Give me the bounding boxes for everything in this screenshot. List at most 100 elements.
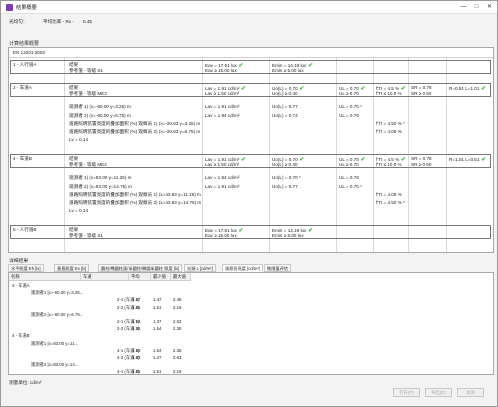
result-value: SR ≥ 0.50: [411, 162, 431, 167]
ratio-value: 0.45: [83, 19, 92, 24]
value-text: Lav ≥ 1.50 cd/m²: [205, 90, 240, 96]
check-icon: ✔: [297, 86, 305, 92]
tab-5[interactable]: 眩限值评估: [264, 264, 291, 272]
row-label: 观测者 2) (x=83.00 y=14.75) m: [69, 184, 132, 190]
grid-cell: 1.51: [153, 369, 162, 375]
units-label: 测量单位: cd/m²: [9, 380, 42, 385]
result-value: Lav ≥ 1.50 cd/m²: [205, 91, 239, 96]
check-icon: ✔: [297, 157, 305, 163]
result-value: Lav = 1.94 cd/m²: [205, 175, 239, 180]
result-value: Uo(L) = 0.70 *: [272, 175, 301, 180]
result-value: Uo(L) ≥ 0.40: [272, 91, 298, 96]
maximize-icon[interactable]: □: [472, 3, 481, 12]
row-label: 道路照明装置亮度的叠加面积 (%) 观察员 2) (x=43.63 y=14.7…: [69, 200, 201, 206]
standard-label: EN 13201:2003: [13, 50, 45, 55]
close-button[interactable]: 关闭: [457, 388, 484, 397]
details-section-title: 详细结果: [9, 259, 29, 264]
open-button[interactable]: 打开(P): [393, 388, 420, 397]
details-grid[interactable]: 名称 车道 平均 最少值 最大值 2 - 车道A 观测者1 [x=-60.00 y=3.25…: [8, 272, 494, 375]
group-name: 2 - 车道A: [13, 85, 32, 90]
summary-panel[interactable]: EN 13201:2003 1 - 人行道A 结果 Eav = 17.61 lux …: [8, 47, 494, 253]
value-text: 结果: [69, 227, 79, 232]
grid-header-1[interactable]: 车道: [81, 273, 129, 281]
value-text: Lav = 1.91 cd/m²: [205, 104, 240, 110]
value-text: Lav = 1.94 cd/m²: [205, 175, 240, 181]
grid-cell: 1.85: [132, 304, 141, 310]
grid-cell: 2.38: [173, 326, 182, 332]
result-value: Uo(L) ≥ 0.40: [272, 162, 298, 167]
uniformity-label: 光均匀：: [9, 19, 28, 24]
check-icon: ✔: [358, 86, 366, 92]
tab-1[interactable]: 垂直照度 Ev [lx]: [54, 264, 90, 272]
grid-cell: 2 - 车道A: [12, 283, 30, 288]
check-icon: ✔: [239, 86, 247, 92]
row-label: 参考值 - 等级 S1: [69, 233, 103, 239]
group-name: 5 - 人行道B: [13, 227, 37, 232]
result-value: Emin ≥ 5.00 lux: [272, 233, 304, 238]
check-icon: ✔: [236, 228, 244, 234]
value-text: 观测者 1) (x=-60.00 y=3.25) m: [69, 104, 131, 110]
value-text: 结果: [69, 156, 79, 161]
value-text: Uo(L) = 0.74: [272, 112, 298, 118]
result-value: Uo(L) = 0.74: [272, 113, 298, 118]
value-text: SR = 0.78: [411, 156, 432, 161]
value-text: UL = 0.70 *: [339, 183, 362, 189]
minimize-icon[interactable]: —: [459, 3, 468, 12]
grid-cell: 1.37: [153, 319, 162, 324]
result-value: SR ≥ 0.50: [411, 91, 431, 96]
tab-2[interactable]: 圆柱/椭圆柱面/半圆柱/椭圆半圆柱 照度 [lx]: [98, 264, 183, 272]
value-text: f'TI = 4.06 %: [376, 191, 402, 197]
grid-cell: 2.63: [173, 355, 182, 360]
result-value: Eav ≥ 15.00 lux: [205, 233, 237, 238]
row-label: Lv = 0.14: [69, 208, 88, 213]
result-value: UL = 0.76: [339, 175, 359, 180]
value-text: Uo(L) = 0.77: [272, 183, 298, 189]
value-text: Lav = 1.94 cd/m²: [205, 112, 240, 118]
row-label: 道路照明装置亮度的叠加面积 (%) 观察员 1) (x=-20.63 y=3.2…: [69, 121, 200, 127]
result-value: SR = 0.78: [411, 156, 432, 161]
result-value: f'TI ≤ 10.0 %: [376, 91, 402, 96]
grid-cell: 2.38: [173, 347, 182, 353]
grid-cell: 1.93: [132, 319, 141, 324]
grid-cell: 观测者2 [x=83.00 y=14...: [31, 362, 79, 368]
details-tabs: 水平照度 Eh [lx] 垂直照度 Ev [lx] 圆柱/椭圆柱面/半圆柱/椭圆半圆…: [8, 264, 494, 272]
result-value: Uo(L) = 0.77: [272, 184, 298, 189]
grid-header-3[interactable]: 最少值: [151, 273, 171, 281]
value-text: Emin ≥ 5.00 lux: [272, 232, 304, 238]
result-value: Lav = 1.91 cd/m²: [205, 104, 239, 109]
tab-4[interactable]: 观察员亮度 [cd/m²]: [222, 264, 263, 272]
app-icon: [6, 4, 13, 11]
row-label: 参考值 - 等级 S1: [69, 68, 103, 74]
value-text: Lv = 0.14: [69, 137, 89, 143]
grid-header-2[interactable]: 平均: [129, 273, 151, 281]
result-value: f'TI = 4.50 % *: [376, 121, 405, 126]
summary-section-title: 计算结果概要: [9, 41, 40, 47]
uniformity-bar: 光均匀： 平均比率 - Rx - 0.45: [1, 15, 497, 27]
divider: [9, 57, 493, 58]
value-text: Lav ≥ 1.50 cd/m²: [205, 161, 240, 167]
grid-header-4[interactable]: 最大值: [171, 273, 191, 281]
results-summary-window: 结果概要 — □ ✕ 光均匀： 平均比率 - Rx - 0.45 计算结果概要 …: [0, 0, 498, 407]
tab-0[interactable]: 水平照度 Eh [lx]: [8, 264, 44, 272]
value-text: R=1.01 L=0.51: [449, 157, 480, 162]
result-value: R=0.51 L=1.01 ✔: [449, 85, 486, 92]
title-bar: 结果概要 — □ ✕: [1, 1, 497, 14]
tab-3[interactable]: 光源 L [cd/m²]: [184, 264, 216, 272]
close-icon[interactable]: ✕: [485, 3, 494, 12]
check-icon: ✔: [236, 63, 244, 69]
value-text: Uo(L) ≥ 0.40: [272, 90, 298, 96]
export-button[interactable]: 导出(E): [425, 388, 452, 397]
value-text: R=0.51 L=1.01: [449, 86, 480, 91]
value-text: f'TI ≤ 10.0 %: [376, 161, 402, 167]
grid-cell: 观测者1 [x=83.00 y=11...: [31, 340, 78, 346]
grid-cell: 1.85: [132, 369, 141, 375]
value-text: Lv = 0.14: [69, 208, 89, 214]
row-label: 参考值 - 等级 ME2: [69, 91, 107, 97]
grid-cell: 观测者2 [x=-60.00 y=6.75...: [31, 311, 84, 317]
value-text: UL = 0.76: [339, 175, 359, 181]
value-text: UL = 0.70 *: [339, 104, 362, 110]
grid-header-0[interactable]: 名称: [9, 273, 81, 281]
grid-cell: 1.37: [153, 355, 162, 360]
ratio-label: 平均比率 - Rx -: [43, 19, 74, 24]
grid-cell: 1.93: [132, 355, 141, 360]
